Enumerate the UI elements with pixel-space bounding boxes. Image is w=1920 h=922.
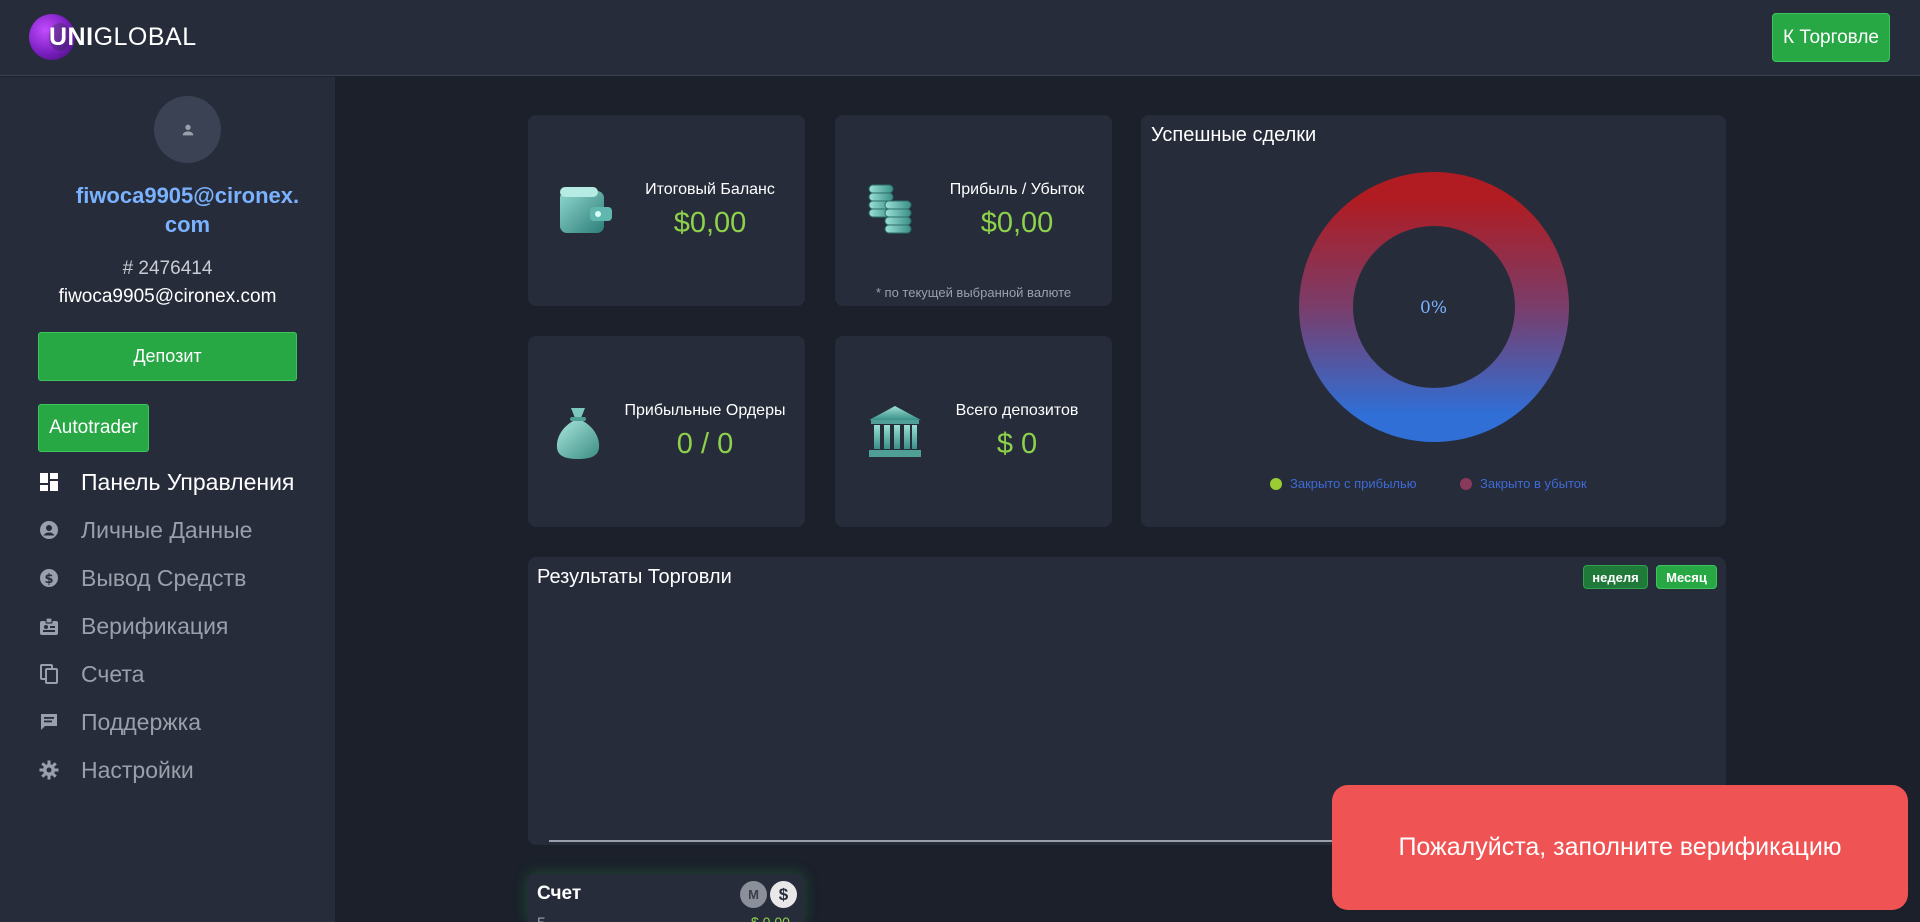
sidebar-item-personal-data[interactable]: Личные Данные (38, 506, 294, 554)
chat-icon (38, 711, 60, 733)
bank-icon (869, 406, 921, 457)
logo-text: UNIGLOBAL (49, 23, 197, 51)
legend-loss-label: Закрыто в убыток (1480, 476, 1587, 491)
sidebar-item-label: Верификация (81, 612, 229, 639)
week-filter-button[interactable]: неделя (1583, 565, 1648, 589)
sidebar-item-settings[interactable]: Настройки (38, 746, 294, 794)
dollar-coin-icon[interactable]: $ (770, 881, 797, 908)
verification-toast[interactable]: Пожалуйста, заполните верификацию (1332, 785, 1908, 910)
crypto-coin-icon[interactable]: M (740, 881, 767, 908)
svg-text:$: $ (44, 572, 53, 587)
deposit-button[interactable]: Депозит (38, 332, 297, 381)
orders-value: 0 / 0 (676, 428, 734, 460)
sidebar-item-label: Панель Управления (81, 468, 295, 495)
legend-profit-dot (1270, 477, 1282, 490)
autotrader-button[interactable]: Autotrader (38, 404, 149, 452)
legend-loss[interactable]: Закрыто в убыток (1460, 476, 1587, 491)
sidebar-item-accounts[interactable]: Счета (38, 650, 294, 698)
top-bar: UNIGLOBAL К Торговле (0, 0, 1920, 76)
copy-icon (38, 663, 60, 685)
trading-results-title: Результаты Торговли (537, 566, 732, 588)
legend-profit[interactable]: Закрыто с прибылью (1270, 476, 1417, 491)
profit-label: Прибыль / Убыток (949, 181, 1085, 198)
sidebar-item-withdraw[interactable]: $ Вывод Средств (38, 554, 294, 602)
profitable-orders-card: Прибыльные Ордеры 0 / 0 (528, 336, 805, 527)
total-deposits-card: Всего депозитов $ 0 (835, 336, 1112, 527)
sidebar-item-label: Личные Данные (81, 516, 253, 543)
sidebar: fiwoca9905@cironex.com # 2476414 fiwoca9… (0, 77, 335, 922)
badge-icon (38, 615, 60, 637)
legend-profit-label: Закрыто с прибылью (1290, 476, 1417, 491)
gear-icon (38, 759, 60, 781)
user-id: # 2476414 (122, 258, 213, 279)
sidebar-nav: Панель Управления Личные Данные $ Вывод … (38, 458, 294, 794)
account-card: Счет M $ Б... $ 0,00 (528, 874, 804, 922)
sidebar-item-label: Настройки (81, 756, 194, 783)
account-circle-icon (38, 519, 60, 541)
successful-trades-title: Успешные сделки (1151, 124, 1317, 146)
sidebar-item-support[interactable]: Поддержка (38, 698, 294, 746)
deposits-value: $ 0 (996, 428, 1038, 460)
profit-card: Прибыль / Убыток $0,00 * по текущей выбр… (835, 115, 1112, 306)
profit-value: $0,00 (980, 207, 1054, 239)
user-email: fiwoca9905@cironex.com (58, 286, 277, 307)
to-trading-button[interactable]: К Торговле (1772, 13, 1890, 62)
balance-card: Итоговый Баланс $0,00 (528, 115, 805, 306)
balance-label: Итоговый Баланс (645, 181, 775, 198)
coins-icon (868, 184, 912, 234)
dashboard-icon (38, 471, 60, 493)
account-balance-value: $ 0,00 (751, 914, 790, 922)
balance-value: $0,00 (673, 207, 747, 239)
logo[interactable]: UNIGLOBAL (29, 13, 196, 61)
sidebar-item-label: Вывод Средств (81, 564, 247, 591)
user-email-heading: fiwoca9905@cironex.com (75, 183, 300, 237)
currency-note: * по текущей выбранной валюте (875, 285, 1072, 300)
account-balance-label: Б... (537, 914, 558, 922)
month-filter-button[interactable]: Месяц (1656, 565, 1717, 589)
dollar-circle-icon: $ (38, 567, 60, 589)
legend-loss-dot (1460, 477, 1472, 490)
orders-label: Прибыльные Ордеры (624, 402, 786, 419)
sidebar-item-label: Счета (81, 660, 145, 687)
user-icon (182, 124, 193, 135)
deposits-label: Всего депозитов (955, 402, 1079, 419)
account-title: Счет (537, 883, 582, 904)
sidebar-item-verification[interactable]: Верификация (38, 602, 294, 650)
sidebar-item-label: Поддержка (81, 708, 201, 735)
sidebar-item-dashboard[interactable]: Панель Управления (38, 458, 294, 506)
avatar[interactable] (154, 96, 221, 163)
successful-trades-card: Успешные сделки 0% Закрыто с прибылью За… (1141, 115, 1726, 527)
donut-center-value: 0% (1420, 298, 1447, 318)
money-bag-icon (556, 408, 600, 459)
wallet-icon (560, 187, 612, 233)
